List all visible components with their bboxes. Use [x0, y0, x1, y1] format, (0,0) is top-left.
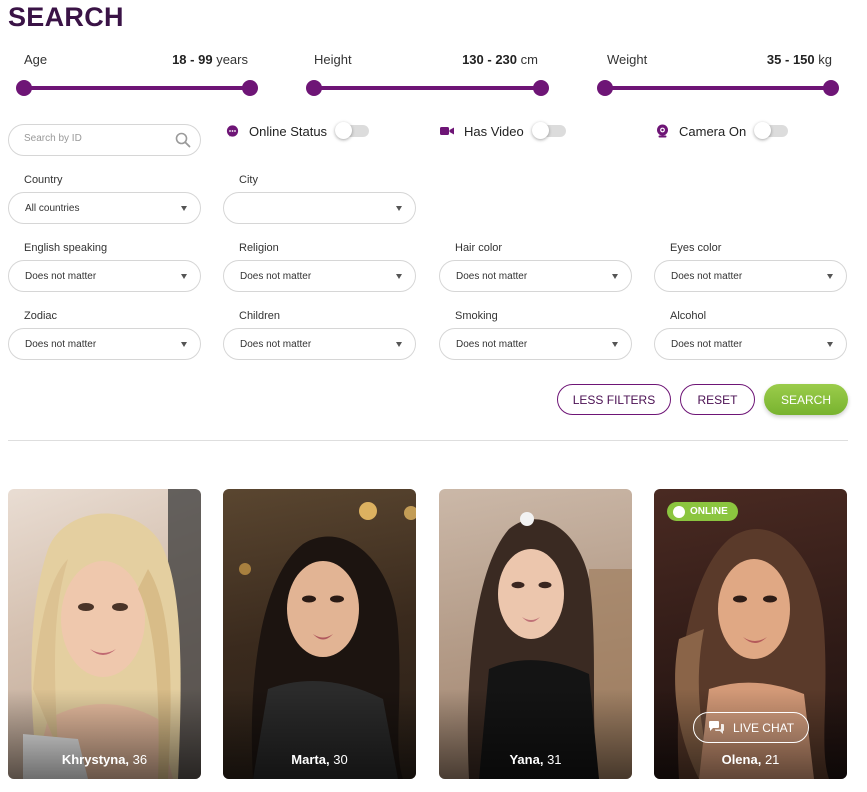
chevron-down-icon	[612, 342, 618, 347]
alcohol-select[interactable]: Does not matter	[654, 328, 847, 360]
children-label: Children	[239, 310, 280, 322]
profile-card[interactable]: Yana, 31	[439, 489, 632, 779]
weight-value: 35 - 150 kg	[766, 52, 832, 67]
height-track[interactable]	[314, 86, 538, 90]
live-chat-label: LIVE CHAT	[732, 720, 795, 735]
chevron-down-icon	[396, 342, 402, 347]
chat-bubble-icon	[673, 505, 685, 518]
country-select[interactable]: All countries	[8, 192, 201, 224]
chevron-down-icon	[612, 274, 618, 279]
zodiac-value: Does not matter	[25, 339, 97, 350]
chevron-down-icon	[827, 342, 833, 347]
profile-name-age: Marta, 30	[291, 752, 348, 767]
chevron-down-icon	[396, 274, 402, 279]
profile-card[interactable]: ONLINE LIVE CHAT Olena, 21	[654, 489, 847, 779]
profile-name-age: Olena, 21	[721, 752, 780, 767]
divider	[8, 440, 848, 441]
zodiac-select[interactable]: Does not matter	[8, 328, 201, 360]
height-max-handle[interactable]	[533, 80, 549, 96]
weight-track[interactable]	[607, 86, 832, 90]
smoking-value: Does not matter	[456, 339, 528, 350]
chevron-down-icon	[181, 274, 187, 279]
chat-bubble-icon	[225, 124, 239, 138]
zodiac-label: Zodiac	[24, 310, 58, 322]
children-select[interactable]: Does not matter	[223, 328, 416, 360]
religion-value: Does not matter	[240, 271, 312, 282]
search-by-id-field[interactable]	[8, 124, 201, 156]
age-min-handle[interactable]	[16, 80, 32, 96]
page-title: SEARCH	[8, 2, 124, 32]
religion-label: Religion	[239, 242, 279, 254]
online-status-toggle-row: Online Status	[225, 122, 370, 140]
country-value: All countries	[25, 203, 80, 214]
religion-select[interactable]: Does not matter	[223, 260, 416, 292]
children-value: Does not matter	[240, 339, 312, 350]
height-value: 130 - 230 cm	[462, 52, 538, 67]
country-label: Country	[24, 174, 63, 186]
less-filters-button[interactable]: LESS FILTERS	[557, 384, 671, 415]
age-max-handle[interactable]	[242, 80, 258, 96]
profile-name-age: Khrystyna, 36	[61, 752, 148, 767]
hair-color-label: Hair color	[455, 242, 503, 254]
has-video-toggle-row: Has Video	[440, 122, 566, 140]
english-speaking-label: English speaking	[24, 242, 108, 254]
has-video-label: Has Video	[464, 123, 524, 139]
chat-bubbles-icon	[708, 721, 724, 734]
search-id-input[interactable]	[24, 133, 174, 144]
english-speaking-select[interactable]: Does not matter	[8, 260, 201, 292]
city-label: City	[239, 174, 258, 186]
weight-max-handle[interactable]	[823, 80, 839, 96]
camera-on-switch[interactable]	[754, 122, 789, 139]
smoking-select[interactable]: Does not matter	[439, 328, 632, 360]
profile-card[interactable]: Marta, 30	[223, 489, 416, 779]
age-label: Age	[24, 52, 48, 67]
smoking-label: Smoking	[455, 310, 498, 322]
search-button[interactable]: SEARCH	[764, 384, 848, 415]
reset-button[interactable]: RESET	[680, 384, 755, 415]
alcohol-label: Alcohol	[670, 310, 707, 322]
age-value: 18 - 99 years	[172, 52, 248, 67]
profile-card[interactable]: Khrystyna, 36	[8, 489, 201, 779]
profile-name-age: Yana, 31	[509, 752, 562, 767]
height-label: Height	[314, 52, 352, 67]
eyes-color-label: Eyes color	[670, 242, 722, 254]
city-select[interactable]	[223, 192, 416, 224]
live-chat-button[interactable]: LIVE CHAT	[693, 712, 809, 743]
height-min-handle[interactable]	[306, 80, 322, 96]
search-icon[interactable]	[175, 132, 191, 148]
eyes-color-select[interactable]: Does not matter	[654, 260, 847, 292]
age-track[interactable]	[24, 86, 248, 90]
chevron-down-icon	[181, 206, 187, 211]
online-badge-label: ONLINE	[690, 506, 728, 517]
alcohol-value: Does not matter	[671, 339, 743, 350]
chevron-down-icon	[827, 274, 833, 279]
eyes-color-value: Does not matter	[671, 271, 743, 282]
hair-color-select[interactable]: Does not matter	[439, 260, 632, 292]
camera-on-label: Camera On	[679, 123, 747, 139]
hair-color-value: Does not matter	[456, 271, 528, 282]
weight-label: Weight	[607, 52, 648, 67]
video-camera-icon	[440, 124, 454, 138]
online-status-label: Online Status	[249, 123, 328, 139]
online-status-switch[interactable]	[335, 122, 370, 139]
weight-min-handle[interactable]	[597, 80, 613, 96]
camera-on-toggle-row: Camera On	[655, 122, 789, 140]
has-video-switch[interactable]	[531, 122, 566, 139]
webcam-icon	[655, 124, 669, 138]
chevron-down-icon	[181, 342, 187, 347]
online-badge: ONLINE	[667, 502, 738, 521]
chevron-down-icon	[396, 206, 402, 211]
english-speaking-value: Does not matter	[25, 271, 97, 282]
